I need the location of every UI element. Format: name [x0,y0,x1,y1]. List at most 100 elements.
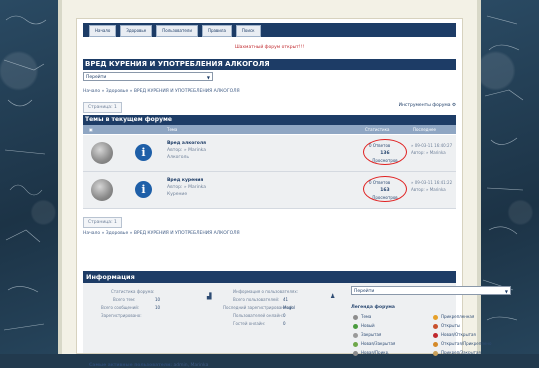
nav-home[interactable]: Начало [89,25,117,37]
topics-header: Темы в текущем форуме [83,115,456,125]
legend-label: Тема [361,314,372,319]
users-total-value: 41 [283,297,289,302]
stats-label: Статистика форума: [111,289,155,294]
topics-count-value: 10 [155,297,161,302]
topic-status-icon [91,142,113,164]
legend-label: Прикрепленная [441,314,475,319]
legend-item: Новая/Закрытая [353,341,395,347]
user-icon: ♟ [330,293,336,300]
tools-icon: ⚙ [451,103,456,108]
last-post-date[interactable]: » 09-03-11 16:40:27 [411,143,452,148]
topic-title[interactable]: Вред алкоголя [167,141,206,146]
topic-row[interactable]: i Вред курения Автор: » Marinka Курение … [83,172,456,209]
active-users-list[interactable]: admin, Marinka [173,363,208,368]
legend-dot-icon [433,314,438,320]
chevron-down-icon: ▼ [504,289,508,294]
users-online-value: 0 [283,313,286,318]
pagination-bottom[interactable]: Страница: 1 [83,217,122,228]
chalkboard-left-decoration [0,0,62,354]
info-header: Информация [83,271,456,283]
legend-item: Новый [353,323,375,329]
legend-dot-icon [433,323,438,329]
legend-label: Открыты [441,323,461,328]
topic-subtitle: Алкоголь [167,155,190,160]
legend-title: Легенда форума [351,305,395,310]
users-online-label: Пользователей онлайн: [233,313,284,318]
nav-rules[interactable]: Правила [201,25,232,37]
pagination-top[interactable]: Страница: 1 [83,102,122,113]
legend-item: Открыты [433,323,460,329]
chalkboard-right-decoration [477,0,539,354]
legend-item: Прикреп/Закрытая [433,350,481,356]
topic-row[interactable]: i Вред алкоголя Автор: » Marinka Алкогол… [83,135,456,172]
right-edge-stripe [477,0,481,354]
legend-dot-icon [433,332,438,338]
themes-select[interactable]: Перейти ▼ [351,286,511,295]
legend-label: Закрытая [361,332,382,337]
last-registered-value[interactable]: Mogol [283,305,295,310]
registered-label: Зарегистрировано: [101,313,142,318]
guests-online-label: Гостей онлайн: [233,321,266,326]
red-highlight-circle [363,176,407,202]
legend-label: Новый [361,323,375,328]
forum-jump-value: Перейти [86,75,107,80]
topics-count-label: Всего тем: [113,297,136,302]
last-post-author[interactable]: Автор: » Marinka [411,187,446,192]
legend-label: Открытая/Прикреплено [441,341,492,346]
legend-label: Прикреп/Закрытая [441,350,481,355]
legend-item: Новая/Открытая [433,332,476,338]
last-post-date[interactable]: » 09-03-11 16:41:22 [411,180,452,185]
active-users-label: Самые активные пользователи: [89,363,173,368]
legend-item: Тема [353,314,371,320]
legend-dot-icon [433,350,438,356]
users-info-label: Информация о пользователях: [233,289,299,294]
bar-chart-icon: ▟ [207,293,212,300]
posts-count-value: 10 [155,305,161,310]
red-highlight-circle [363,139,407,165]
forum-page: Начало Здоровье Пользователи Правила Пои… [62,0,511,368]
legend-label: Новая/Открытая [441,332,476,337]
col-topic: Тема [167,127,178,132]
last-post-author[interactable]: Автор: » Marinka [411,150,446,155]
topics-columns: ▣ Тема Статистика Последнее сообщение [83,125,456,141]
forum-title: ВРЕД КУРЕНИЯ И УПОТРЕБЛЕНИЯ АЛКОГОЛЯ [83,59,456,70]
announcement-link[interactable]: Шахматный форум открыт!!! [77,45,462,50]
users-total-label: Всего пользователей: [233,297,280,302]
breadcrumb-top[interactable]: Начало » Здоровье » ВРЕД КУРЕНИЯ И УПОТР… [83,89,240,94]
legend-item: Новая/Прикр. [353,350,389,356]
legend-dot-icon [353,341,358,347]
topic-author[interactable]: Автор: » Marinka [167,148,206,153]
posts-count-label: Всего сообщений: [101,305,140,310]
forum-tools-label: Инструменты форума [398,103,451,108]
topic-title[interactable]: Вред курения [167,178,203,183]
info-panel: Статистика форума: Всего тем: 10 Всего с… [83,283,511,368]
chevron-down-icon: ▼ [206,75,210,80]
topic-subtitle: Курение [167,192,188,197]
info-icon[interactable]: i [135,144,152,161]
chalk-scribbles-left [3,15,47,331]
legend-item: Закрытая [353,332,381,338]
legend-dot-icon [433,341,438,347]
nav-users[interactable]: Пользователи [156,25,198,37]
legend-label: Новая/Прикр. [361,350,390,355]
active-users: Самые активные пользователи: admin, Mari… [89,363,208,368]
breadcrumb-bottom[interactable]: Начало » Здоровье » ВРЕД КУРЕНИЯ И УПОТР… [83,231,240,236]
topic-status-icon [91,179,113,201]
legend-dot-icon [353,332,358,338]
legend-item: Открытая/Прикреплено [433,341,491,347]
legend-dot-icon [353,323,358,329]
forum-jump-select[interactable]: Перейти ▼ [83,72,213,81]
themes-select-value: Перейти [354,289,375,294]
legend-label: Новая/Закрытая [361,341,396,346]
chalk-scribbles-right [482,15,524,321]
forum-tools-link[interactable]: Инструменты форума ⚙ [399,103,456,108]
nav-search[interactable]: Поиск [235,25,261,37]
col-stats: Статистика [365,127,390,132]
forum-board: Начало Здоровье Пользователи Правила Пои… [76,18,511,368]
legend-item: Прикрепленная [433,314,474,320]
topic-author[interactable]: Автор: » Marinka [167,185,206,190]
info-icon[interactable]: i [135,181,152,198]
nav-health[interactable]: Здоровье [120,25,153,37]
top-navigation: Начало Здоровье Пользователи Правила Пои… [83,23,456,37]
legend-dot-icon [353,350,358,356]
